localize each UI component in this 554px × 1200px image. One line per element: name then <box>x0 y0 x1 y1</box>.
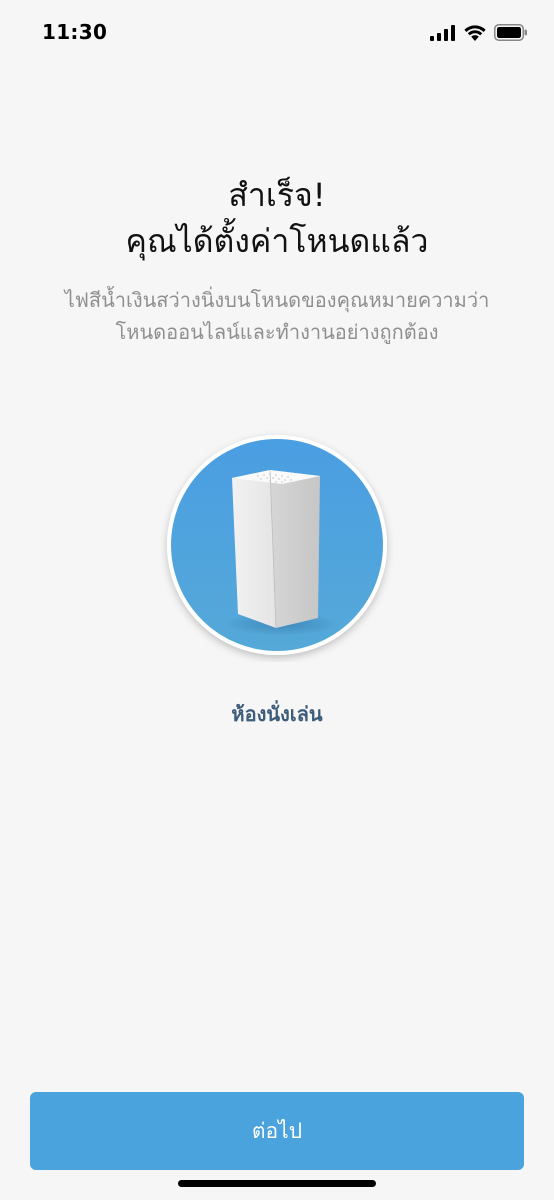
description-line-2: โหนดออนไลน์และทำงานอย่างถูกต้อง <box>115 320 439 344</box>
status-time: 11:30 <box>42 20 108 44</box>
router-node-icon <box>167 435 387 655</box>
device-illustration <box>160 428 394 662</box>
title-line-1: สำเร็จ! <box>228 176 326 214</box>
status-icons <box>430 24 528 41</box>
description-line-1: ไฟสีน้ำเงินสว่างนิ่งบนโหนดของคุณหมายความ… <box>64 288 490 312</box>
device-name-label: ห้องนั่งเล่น <box>231 702 323 726</box>
status-bar: 11:30 <box>0 0 554 64</box>
wifi-icon <box>464 24 486 41</box>
home-indicator <box>178 1180 376 1187</box>
success-description: ไฟสีน้ำเงินสว่างนิ่งบนโหนดของคุณหมายความ… <box>30 284 524 348</box>
next-button-label: ต่อไป <box>251 1118 303 1143</box>
success-title: สำเร็จ! คุณได้ตั้งค่าโหนดแล้ว <box>0 172 554 264</box>
title-line-2: คุณได้ตั้งค่าโหนดแล้ว <box>125 222 429 260</box>
next-button[interactable]: ต่อไป <box>30 1092 524 1170</box>
cellular-signal-icon <box>430 24 455 41</box>
battery-icon <box>494 24 527 41</box>
